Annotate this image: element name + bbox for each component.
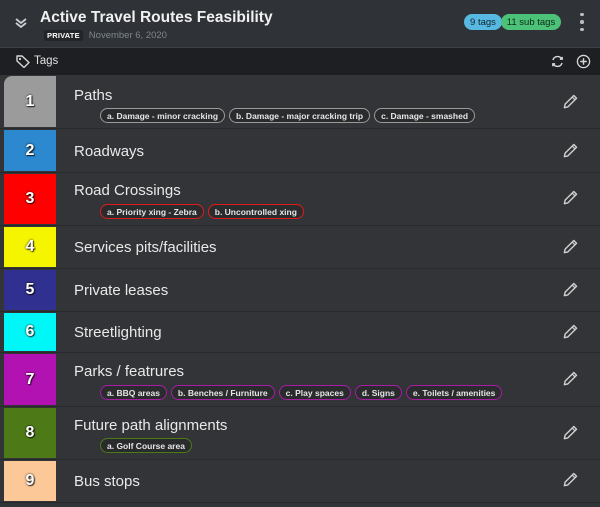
- tag-row[interactable]: 9 Bus stops: [0, 460, 600, 503]
- tag-number-swatch: 3: [4, 174, 56, 224]
- tag-row[interactable]: 1 Paths a. Damage - minor cracking b. Da…: [0, 75, 600, 129]
- tags-toolbar: Tags: [0, 48, 600, 75]
- tag-number-swatch: 4: [4, 227, 56, 267]
- pencil-icon[interactable]: [562, 93, 579, 110]
- tag-name: Roadways: [74, 143, 145, 160]
- kebab-dot: [580, 20, 584, 24]
- subtag-chip[interactable]: c. Play spaces: [278, 385, 351, 400]
- subtag-chip[interactable]: e. Toilets / amenities: [405, 385, 503, 400]
- tag-row[interactable]: 8 Future path alignments a. Golf Course …: [0, 407, 600, 460]
- tag-row[interactable]: 3 Road Crossings a. Priority xing - Zebr…: [0, 173, 600, 226]
- subtag-chip[interactable]: a. Priority xing - Zebra: [100, 204, 204, 219]
- subtag-chip[interactable]: a. Golf Course area: [100, 438, 192, 453]
- tag-row[interactable]: 4 Services pits/facilities: [0, 226, 600, 269]
- subtag-chip[interactable]: b. Damage - major cracking trip: [229, 108, 371, 123]
- subtag-chip[interactable]: a. BBQ areas: [100, 385, 167, 400]
- tag-list: 1 Paths a. Damage - minor cracking b. Da…: [0, 75, 600, 507]
- tag-row[interactable]: 2 Roadways: [0, 129, 600, 173]
- refresh-icon[interactable]: [550, 54, 565, 69]
- pencil-icon[interactable]: [562, 281, 579, 298]
- subtag-chip[interactable]: b. Benches / Furniture: [170, 385, 275, 400]
- pencil-icon[interactable]: [562, 323, 579, 340]
- tag-name: Bus stops: [74, 473, 140, 490]
- tag-number-swatch: 1: [4, 76, 56, 127]
- project-meta: PRIVATE November 6, 2020: [44, 30, 167, 41]
- tag-name: Streetlighting: [74, 324, 162, 341]
- tag-row[interactable]: 7 Parks / featrures a. BBQ areas b. Benc…: [0, 353, 600, 407]
- page-title: Active Travel Routes Feasibility: [40, 9, 273, 26]
- pencil-icon[interactable]: [562, 471, 579, 488]
- tag-name: Future path alignments: [74, 417, 228, 434]
- tag-number-swatch: 8: [4, 408, 56, 458]
- tag-name: Road Crossings: [74, 182, 181, 199]
- project-date: November 6, 2020: [88, 30, 167, 41]
- collapse-button[interactable]: [12, 14, 30, 32]
- tags-count-badge: 9 tags: [464, 14, 502, 30]
- tag-row[interactable]: 5 Private leases: [0, 269, 600, 312]
- project-header: Active Travel Routes Feasibility PRIVATE…: [0, 0, 600, 48]
- tag-row[interactable]: 6 Streetlighting: [0, 312, 600, 353]
- tag-icon: [16, 55, 30, 68]
- pencil-icon[interactable]: [562, 189, 579, 206]
- kebab-dot: [580, 12, 584, 17]
- tag-number-swatch: 5: [4, 270, 56, 310]
- tag-name: Parks / featrures: [74, 363, 185, 380]
- subtags-count-badge: 11 sub tags: [501, 14, 561, 30]
- visibility-badge: PRIVATE: [44, 30, 83, 41]
- subtag-chip[interactable]: d. Signs: [354, 385, 402, 400]
- kebab-dot: [580, 27, 584, 32]
- subtag-list: a. Priority xing - Zebra b. Uncontrolled…: [100, 204, 304, 219]
- subtag-list: a. Damage - minor cracking b. Damage - m…: [100, 108, 476, 123]
- tags-section-label: Tags: [34, 55, 59, 67]
- tag-name: Private leases: [74, 282, 169, 299]
- subtag-chip[interactable]: b. Uncontrolled xing: [207, 204, 304, 219]
- subtag-chip[interactable]: c. Damage - smashed: [374, 108, 476, 123]
- tag-name: Paths: [74, 87, 113, 104]
- subtag-list: a. Golf Course area: [100, 438, 192, 453]
- subtag-list: a. BBQ areas b. Benches / Furniture c. P…: [100, 385, 503, 400]
- pencil-icon[interactable]: [562, 238, 579, 255]
- pencil-icon[interactable]: [562, 142, 579, 159]
- tag-number-swatch: 9: [4, 461, 56, 501]
- more-options-button[interactable]: [576, 11, 588, 33]
- tag-number-swatch: 7: [4, 354, 56, 405]
- tag-number-swatch: 2: [4, 130, 56, 171]
- add-circle-icon[interactable]: [576, 54, 591, 69]
- pencil-icon[interactable]: [562, 370, 579, 387]
- tag-number-swatch: 6: [4, 313, 56, 351]
- chevron-down-icon: [15, 18, 27, 28]
- tag-name: Services pits/facilities: [74, 239, 217, 256]
- subtag-chip[interactable]: a. Damage - minor cracking: [100, 108, 226, 123]
- pencil-icon[interactable]: [562, 424, 579, 441]
